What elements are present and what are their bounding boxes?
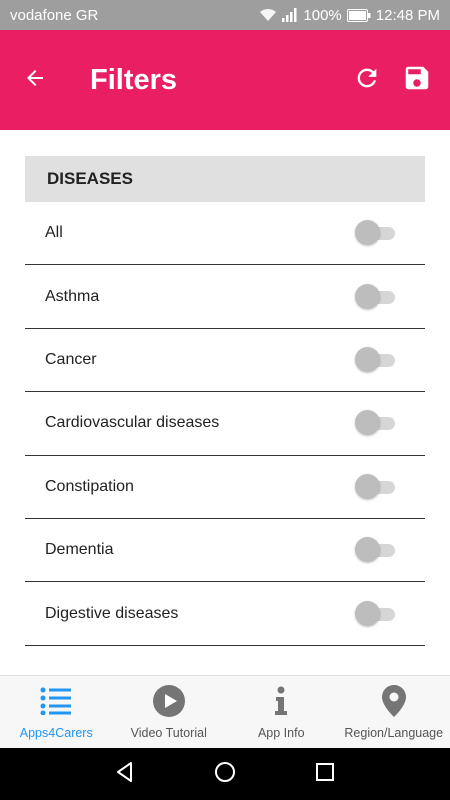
location-pin-icon bbox=[381, 684, 406, 718]
nav-label: App Info bbox=[257, 726, 305, 740]
nav-item-video-tutorial[interactable]: Video Tutorial bbox=[113, 676, 226, 748]
filter-toggle[interactable] bbox=[355, 600, 395, 627]
nav-item-region-language[interactable]: Region/Language bbox=[338, 676, 450, 748]
filters-content: DISEASES All Asthma Cancer Cardiovascular d… bbox=[0, 130, 450, 675]
filter-toggle[interactable] bbox=[355, 283, 395, 310]
nav-label: Video Tutorial bbox=[130, 726, 207, 740]
filter-label: Dementia bbox=[45, 541, 114, 559]
filter-label: All bbox=[45, 224, 63, 242]
app-bar: Filters bbox=[0, 30, 450, 130]
nav-item-apps4carers[interactable]: Apps4Carers bbox=[0, 676, 113, 748]
section-header: DISEASES bbox=[25, 156, 425, 202]
toggle-thumb bbox=[355, 600, 380, 626]
toggle-thumb bbox=[355, 283, 380, 309]
filter-toggle[interactable] bbox=[355, 537, 395, 563]
system-recents-button[interactable] bbox=[310, 759, 340, 789]
back-button[interactable] bbox=[0, 30, 70, 130]
filter-row[interactable]: All bbox=[25, 202, 425, 266]
filter-toggle[interactable] bbox=[355, 410, 395, 436]
filter-row[interactable]: Dementia bbox=[25, 519, 425, 583]
filter-toggle[interactable] bbox=[355, 346, 395, 373]
wifi-icon bbox=[259, 8, 277, 22]
filter-toggle[interactable] bbox=[355, 220, 395, 246]
status-bar: vodafone GR 100% 12:48 PM bbox=[0, 0, 450, 30]
bottom-navigation: Apps4Carers Video Tutorial App Info Region/… bbox=[0, 675, 450, 748]
filter-row[interactable]: Digestive diseases bbox=[25, 582, 425, 646]
battery-icon bbox=[346, 8, 371, 22]
circle-home-icon bbox=[214, 761, 236, 788]
triangle-back-icon bbox=[114, 761, 136, 788]
filter-toggle[interactable] bbox=[355, 473, 395, 500]
signal-icon bbox=[282, 8, 298, 22]
play-circle-icon bbox=[152, 684, 186, 718]
toggle-thumb bbox=[355, 473, 380, 499]
page-title: Filters bbox=[90, 63, 178, 96]
filter-row[interactable]: Asthma bbox=[25, 265, 425, 329]
nav-label: Region/Language bbox=[344, 726, 444, 740]
filter-label: Digestive diseases bbox=[45, 604, 179, 622]
filter-label: Cardiovascular diseases bbox=[45, 414, 220, 432]
carrier-name: vodafone GR bbox=[10, 6, 99, 24]
filter-row[interactable]: Cancer bbox=[25, 329, 425, 393]
arrow-back-icon bbox=[23, 66, 47, 95]
filter-row[interactable]: Constipation bbox=[25, 456, 425, 519]
status-icons: 100% 12:48 PM bbox=[259, 7, 440, 24]
refresh-button[interactable] bbox=[342, 30, 392, 130]
square-recents-icon bbox=[315, 762, 335, 787]
info-icon bbox=[273, 684, 289, 718]
clock: 12:48 PM bbox=[375, 6, 440, 24]
toggle-thumb bbox=[355, 220, 380, 246]
nav-item-app-info[interactable]: App Info bbox=[225, 676, 338, 748]
filter-label: Constipation bbox=[45, 477, 134, 495]
toggle-thumb bbox=[355, 410, 380, 436]
system-navigation-bar bbox=[0, 748, 450, 800]
nav-label: Apps4Carers bbox=[19, 726, 93, 740]
filter-label: Cancer bbox=[45, 350, 97, 368]
save-button[interactable] bbox=[392, 30, 442, 130]
save-icon bbox=[402, 63, 432, 98]
filter-label: Asthma bbox=[45, 287, 100, 305]
filter-row[interactable]: Cardiovascular diseases bbox=[25, 392, 425, 456]
battery-level: 100% bbox=[303, 6, 342, 24]
system-back-button[interactable] bbox=[110, 759, 140, 789]
system-home-button[interactable] bbox=[210, 759, 240, 789]
refresh-icon bbox=[353, 64, 381, 97]
toggle-thumb bbox=[355, 346, 380, 372]
list-icon bbox=[40, 684, 72, 718]
toggle-thumb bbox=[355, 537, 380, 563]
filter-list: All Asthma Cancer Cardiovascular diseases Co… bbox=[25, 202, 425, 646]
